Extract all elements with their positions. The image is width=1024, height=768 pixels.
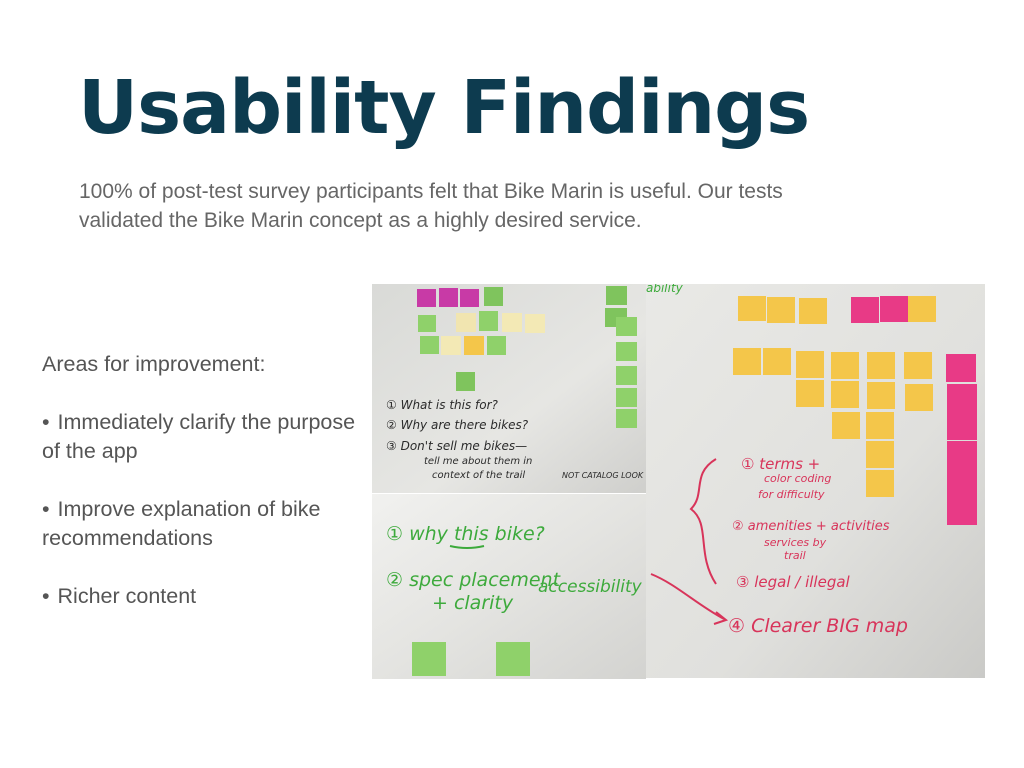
whiteboard-photo-top-left-image: ① What is this for? ② Why are there bike… xyxy=(372,284,646,493)
whiteboard-photo-bottom-left: ① why this bike? ② spec placement + clar… xyxy=(372,494,646,679)
sticky-note xyxy=(418,315,436,332)
sticky-note xyxy=(616,317,637,336)
sticky-note xyxy=(908,296,936,322)
marker-note: ② spec placement xyxy=(386,569,562,591)
marker-note: color coding xyxy=(764,472,831,485)
sticky-note xyxy=(464,336,484,355)
whiteboard-photo-right: ability ① terms + color coding for diffi… xyxy=(646,284,985,678)
sticky-note xyxy=(479,311,498,331)
slide: Usability Findings 100% of post-test sur… xyxy=(0,0,1024,768)
improvement-item: • Improve explanation of bike recommendat… xyxy=(42,495,362,553)
sticky-note xyxy=(502,313,522,332)
whiteboard-photo-right-image: ability ① terms + color coding for diffi… xyxy=(646,284,985,678)
marker-note: tell me about them in xyxy=(424,456,532,467)
bullet-icon: • xyxy=(42,497,50,521)
marker-note: accessibility xyxy=(538,577,643,597)
marker-note: services by xyxy=(764,536,827,549)
improvement-text: Improve explanation of bike recommendati… xyxy=(42,497,321,550)
marker-note: trail xyxy=(784,549,806,562)
improvement-item: • Richer content xyxy=(42,582,362,611)
sticky-note xyxy=(799,298,827,324)
subtitle-line: 100% of post-test survey participants fe… xyxy=(79,180,783,203)
sticky-note xyxy=(831,352,859,379)
sticky-note xyxy=(796,351,824,378)
sticky-note xyxy=(525,314,545,333)
sticky-note xyxy=(947,384,977,412)
sticky-note xyxy=(831,381,859,408)
sticky-note xyxy=(867,382,895,409)
improvement-item: • Immediately clarify the purpose of the … xyxy=(42,408,362,466)
sticky-note xyxy=(904,352,932,379)
sticky-note xyxy=(487,336,506,355)
marker-note: ② amenities + activities xyxy=(732,519,890,534)
sticky-note xyxy=(947,469,977,497)
sticky-note xyxy=(947,497,977,525)
marker-note: ① terms + xyxy=(741,455,820,473)
marker-note: NOT CATALOG LOOK xyxy=(562,471,644,480)
sticky-note xyxy=(412,642,446,676)
bullet-icon: • xyxy=(42,584,50,608)
sticky-note xyxy=(456,372,475,391)
sticky-note xyxy=(832,412,860,439)
improvement-text: Immediately clarify the purpose of the a… xyxy=(42,410,356,463)
sticky-note xyxy=(441,336,461,355)
sticky-note xyxy=(947,412,977,440)
sticky-note xyxy=(496,642,530,676)
whiteboard-photo-bottom-left-image: ① why this bike? ② spec placement + clar… xyxy=(372,494,646,679)
sticky-note xyxy=(767,297,795,323)
improvements-heading: Areas for improvement: xyxy=(42,352,266,376)
slide-title: Usability Findings xyxy=(78,65,810,151)
sticky-note xyxy=(851,297,879,323)
sticky-note xyxy=(460,289,479,307)
marker-note: context of the trail xyxy=(432,470,525,481)
sticky-note xyxy=(947,441,977,469)
marker-note: ③ Don't sell me bikes— xyxy=(386,439,527,453)
marker-note: ability xyxy=(646,284,684,295)
marker-note: ① What is this for? xyxy=(386,398,499,412)
sticky-note xyxy=(867,352,895,379)
sticky-note xyxy=(616,388,637,407)
sticky-note xyxy=(763,348,791,375)
marker-note: ③ legal / illegal xyxy=(736,573,851,591)
whiteboard-photo-top-left: ① What is this for? ② Why are there bike… xyxy=(372,284,646,493)
sticky-note xyxy=(796,380,824,407)
marker-note: + clarity xyxy=(432,592,514,614)
sticky-note xyxy=(456,313,476,332)
marker-note: ② Why are there bikes? xyxy=(386,418,529,432)
sticky-note xyxy=(616,409,637,428)
bullet-icon: • xyxy=(42,410,50,434)
sticky-note xyxy=(616,366,637,385)
sticky-note xyxy=(420,336,439,354)
marker-note: ① why this bike? xyxy=(386,523,545,545)
sticky-notes-pink-column xyxy=(946,354,977,525)
sticky-note xyxy=(738,296,766,321)
sticky-note xyxy=(484,287,503,306)
sticky-note xyxy=(866,441,894,468)
sticky-note xyxy=(606,286,627,305)
sticky-note xyxy=(946,354,976,382)
improvement-text: Richer content xyxy=(57,584,197,608)
sticky-note xyxy=(417,289,436,307)
sticky-note xyxy=(439,288,458,307)
sticky-note xyxy=(905,384,933,411)
sticky-note xyxy=(866,412,894,439)
sticky-note xyxy=(866,470,894,497)
sticky-note xyxy=(733,348,761,375)
slide-subtitle: 100% of post-test survey participants fe… xyxy=(79,177,879,235)
improvements-list: Areas for improvement: • Immediately clar… xyxy=(42,350,362,640)
sticky-note xyxy=(880,296,908,322)
marker-note: ④ Clearer BIG map xyxy=(728,615,908,637)
sticky-note xyxy=(616,342,637,361)
marker-note: for difficulty xyxy=(758,488,825,501)
subtitle-line: validated the Bike Marin concept as a hi… xyxy=(79,209,642,232)
